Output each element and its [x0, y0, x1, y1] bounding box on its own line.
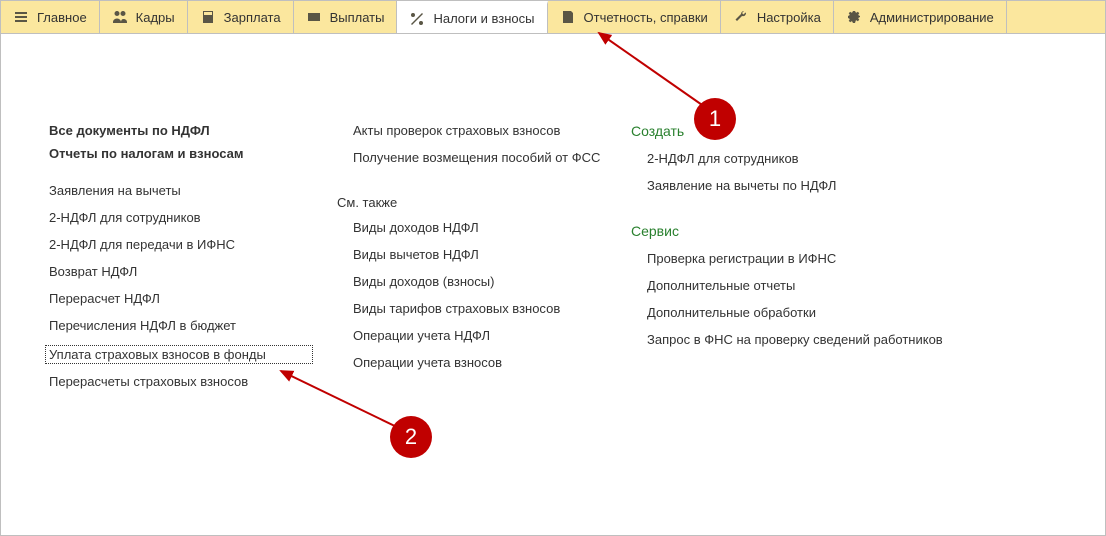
column-2: Акты проверок страховых взносов Получение…: [337, 123, 607, 535]
gear-icon: [846, 9, 862, 25]
col1-link[interactable]: Перерасчет НДФЛ: [49, 291, 313, 306]
see-also-link[interactable]: Виды вычетов НДФЛ: [353, 247, 607, 262]
col1-link[interactable]: 2-НДФЛ для передачи в ИФНС: [49, 237, 313, 252]
tab-label: Настройка: [757, 10, 821, 25]
create-link[interactable]: 2-НДФЛ для сотрудников: [647, 151, 1105, 166]
create-heading: Создать: [631, 123, 1105, 139]
see-also-link[interactable]: Виды доходов НДФЛ: [353, 220, 607, 235]
tab-label: Выплаты: [330, 10, 385, 25]
tab-settings[interactable]: Настройка: [721, 1, 834, 33]
tab-label: Кадры: [136, 10, 175, 25]
people-icon: [112, 9, 128, 25]
see-also-heading: См. также: [337, 195, 607, 210]
wrench-icon: [733, 9, 749, 25]
create-link[interactable]: Заявление на вычеты по НДФЛ: [647, 178, 1105, 193]
tab-label: Налоги и взносы: [433, 11, 534, 26]
tab-label: Зарплата: [224, 10, 281, 25]
doc-icon: [560, 9, 576, 25]
see-also-link[interactable]: Виды доходов (взносы): [353, 274, 607, 289]
col2-top-link[interactable]: Акты проверок страховых взносов: [353, 123, 607, 138]
service-link[interactable]: Дополнительные отчеты: [647, 278, 1105, 293]
content-area: Все документы по НДФЛ Отчеты по налогам …: [1, 33, 1105, 535]
service-link[interactable]: Запрос в ФНС на проверку сведений работн…: [647, 332, 1105, 347]
service-link[interactable]: Проверка регистрации в ИФНС: [647, 251, 1105, 266]
col1-link[interactable]: Перерасчеты страховых взносов: [49, 374, 313, 389]
card-icon: [306, 9, 322, 25]
col1-link[interactable]: 2-НДФЛ для сотрудников: [49, 210, 313, 225]
column-1: Все документы по НДФЛ Отчеты по налогам …: [49, 123, 313, 535]
col1-link[interactable]: Возврат НДФЛ: [49, 264, 313, 279]
tab-label: Отчетность, справки: [584, 10, 708, 25]
tab-admin[interactable]: Администрирование: [834, 1, 1007, 33]
tab-label: Главное: [37, 10, 87, 25]
menu-icon: [13, 9, 29, 25]
column-3: Создать 2-НДФЛ для сотрудников Заявление …: [631, 123, 1105, 535]
col2-top-link[interactable]: Получение возмещения пособий от ФСС: [353, 150, 607, 165]
col1-link[interactable]: Заявления на вычеты: [49, 183, 313, 198]
percent-icon: [409, 11, 425, 27]
calc-icon: [200, 9, 216, 25]
top-toolbar: Главное Кадры Зарплата Выплаты Налоги и взно…: [1, 1, 1105, 34]
see-also-link[interactable]: Операции учета взносов: [353, 355, 607, 370]
tab-hr[interactable]: Кадры: [100, 1, 188, 33]
tab-taxes[interactable]: Налоги и взносы: [397, 1, 547, 33]
see-also-link[interactable]: Виды тарифов страховых взносов: [353, 301, 607, 316]
col1-heading-b[interactable]: Отчеты по налогам и взносам: [49, 146, 313, 161]
tab-salary[interactable]: Зарплата: [188, 1, 294, 33]
col1-link[interactable]: Уплата страховых взносов в фонды: [45, 345, 313, 364]
service-heading: Сервис: [631, 223, 1105, 239]
tab-main[interactable]: Главное: [1, 1, 100, 33]
tab-label: Администрирование: [870, 10, 994, 25]
see-also-link[interactable]: Операции учета НДФЛ: [353, 328, 607, 343]
tab-reports[interactable]: Отчетность, справки: [548, 1, 721, 33]
col1-link[interactable]: Перечисления НДФЛ в бюджет: [49, 318, 313, 333]
app-root: Главное Кадры Зарплата Выплаты Налоги и взно…: [0, 0, 1106, 536]
col1-heading-a[interactable]: Все документы по НДФЛ: [49, 123, 313, 138]
tab-payments[interactable]: Выплаты: [294, 1, 398, 33]
service-link[interactable]: Дополнительные обработки: [647, 305, 1105, 320]
